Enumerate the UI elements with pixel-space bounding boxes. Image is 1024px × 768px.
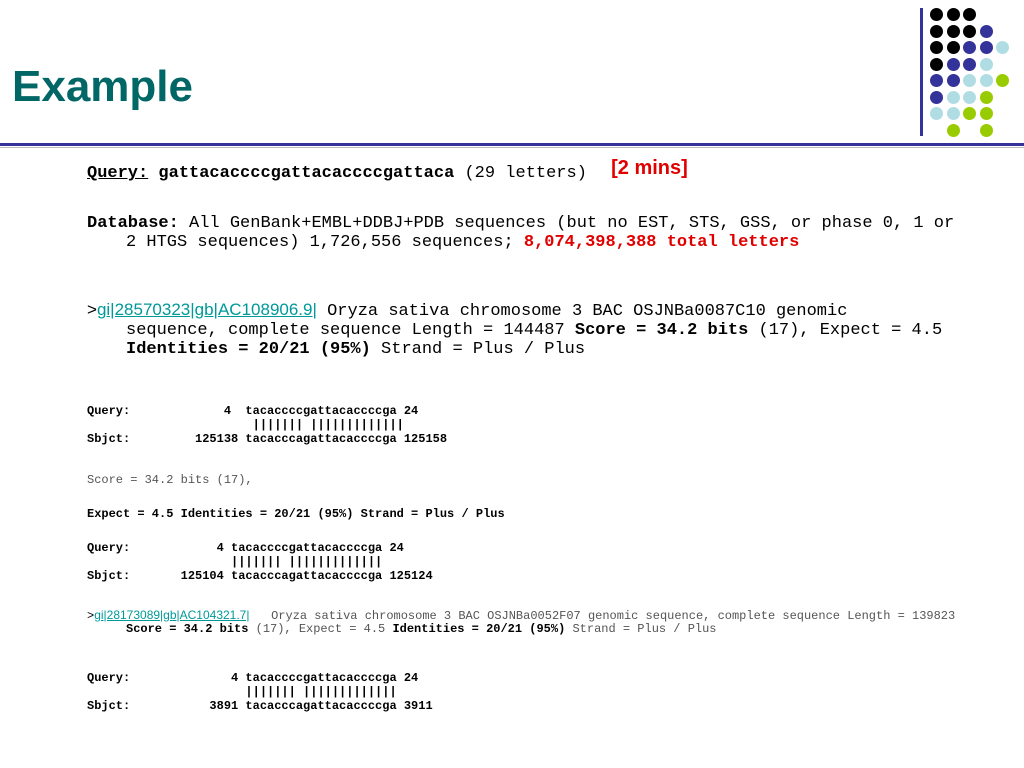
decorative-dot bbox=[996, 74, 1009, 87]
hit-expect: (17), Expect = 4.5 bbox=[255, 622, 386, 636]
decorative-dot bbox=[946, 24, 960, 38]
decorative-dot bbox=[930, 41, 943, 54]
decorative-dot bbox=[946, 74, 960, 87]
alignment-subject: Sbjct: 3891 tacacccagattacaccccga 3911 bbox=[87, 699, 433, 713]
hit-strand: Strand = Plus / Plus bbox=[572, 622, 717, 636]
decorative-dot bbox=[979, 123, 993, 137]
decorative-dot bbox=[946, 90, 960, 104]
decorative-dot bbox=[946, 123, 960, 137]
horizontal-divider-shadow bbox=[0, 147, 1024, 148]
alignment-query: Query: 4 tacaccccgattacaccccga 24 bbox=[87, 541, 404, 555]
database-label: Database: bbox=[87, 214, 179, 233]
database-line: Database: All GenBank+EMBL+DDBJ+PDB sequ… bbox=[87, 214, 966, 252]
hit-1-link[interactable]: gi|28570323|gb|AC108906.9| bbox=[97, 300, 317, 319]
decorative-dot bbox=[979, 107, 993, 120]
decorative-dot bbox=[930, 24, 943, 38]
slide-title: Example bbox=[12, 62, 193, 111]
decorative-dot bbox=[946, 57, 960, 71]
decorative-dot bbox=[963, 74, 976, 87]
decorative-dot bbox=[963, 8, 976, 21]
decorative-dot bbox=[979, 57, 993, 71]
alignment-1: Query: 4 tacaccccgattacaccccga 24 ||||||… bbox=[87, 404, 447, 446]
alignment-match: ||||||| ||||||||||||| bbox=[87, 555, 383, 569]
hit-1: >gi|28570323|gb|AC108906.9| Oryza sativa… bbox=[87, 300, 946, 359]
hit-score: Score = 34.2 bits bbox=[574, 321, 749, 340]
decorative-dot bbox=[996, 41, 1009, 54]
query-length: (29 letters) bbox=[464, 164, 587, 183]
alignment-query: Query: 4 tacaccccgattacaccccga 24 bbox=[87, 404, 419, 418]
hit-2: >gi|28173089|gb|AC104321.7| Oryza sativa… bbox=[87, 609, 986, 636]
hit-marker: > bbox=[87, 300, 97, 319]
decorative-dot bbox=[946, 8, 960, 21]
total-letters: 8,074,398,388 total letters bbox=[523, 233, 800, 252]
decorative-dot bbox=[979, 90, 993, 104]
hit-2-link[interactable]: gi|28173089|gb|AC104321.7| bbox=[94, 608, 249, 622]
alignment-2: Query: 4 tacaccccgattacaccccga 24 ||||||… bbox=[87, 541, 433, 583]
alignment-match: ||||||| ||||||||||||| bbox=[87, 685, 397, 699]
alignment-3: Query: 4 tacaccccgattacaccccga 24 ||||||… bbox=[87, 671, 433, 713]
query-line: Query: gattacaccccgattacaccccgattaca (29… bbox=[87, 157, 917, 183]
decorative-dot bbox=[946, 41, 960, 54]
alignment-subject: Sbjct: 125138 tacacccagattacaccccga 1251… bbox=[87, 432, 448, 446]
decorative-dot bbox=[963, 57, 976, 71]
alignment-subject: Sbjct: 125104 tacacccagattacaccccga 1251… bbox=[87, 569, 433, 583]
query-sequence: gattacaccccgattacaccccgattaca bbox=[158, 164, 455, 183]
decorative-dot bbox=[930, 90, 943, 104]
decorative-dot bbox=[979, 24, 993, 38]
alignment-query: Query: 4 tacaccccgattacaccccga 24 bbox=[87, 671, 419, 685]
decorative-dot bbox=[946, 107, 960, 120]
hit-identities: Identities = 20/21 (95%) bbox=[126, 340, 371, 359]
decorative-dot bbox=[963, 24, 976, 38]
horizontal-divider bbox=[0, 143, 1024, 146]
decorative-dot bbox=[979, 41, 993, 54]
hit-identities: Identities = 20/21 (95%) bbox=[392, 622, 566, 636]
decorative-dot bbox=[963, 90, 976, 104]
hit-strand: Strand = Plus / Plus bbox=[381, 340, 586, 359]
hit-score: Score = 34.2 bits bbox=[126, 622, 249, 636]
decorative-dot bbox=[979, 74, 993, 87]
query-label: Query: bbox=[87, 164, 149, 183]
expect-line: Expect = 4.5 Identities = 20/21 (95%) St… bbox=[87, 507, 505, 521]
decorative-dot bbox=[930, 8, 943, 21]
decorative-dot bbox=[930, 107, 943, 120]
score-line: Score = 34.2 bits (17), bbox=[87, 473, 253, 487]
hit-expect: (17), Expect = 4.5 bbox=[758, 321, 943, 340]
decorative-dot bbox=[963, 41, 976, 54]
decorative-dot bbox=[930, 74, 943, 87]
alignment-match: ||||||| ||||||||||||| bbox=[87, 418, 404, 432]
decorative-dot bbox=[930, 57, 943, 71]
hit-desc: Oryza sativa chromosome 3 BAC OSJNBa0052… bbox=[271, 609, 956, 623]
vertical-divider bbox=[920, 8, 923, 136]
decorative-dot bbox=[963, 107, 976, 120]
time-note: [2 mins] bbox=[611, 157, 688, 179]
